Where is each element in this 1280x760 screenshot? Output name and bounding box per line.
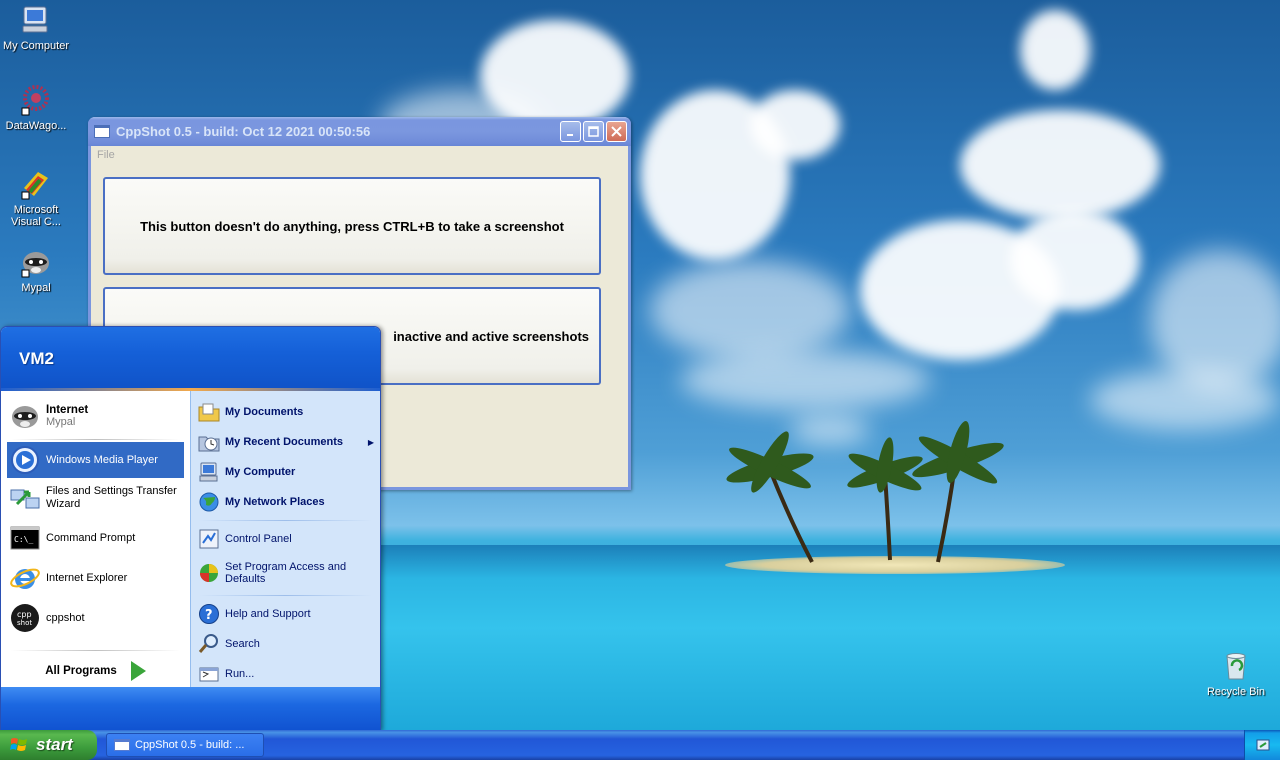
minimize-icon xyxy=(566,133,573,136)
start-item-search[interactable]: Search xyxy=(191,629,380,659)
submenu-arrow-icon: ▶ xyxy=(367,437,374,447)
taskbar-button-cppshot[interactable]: CppShot 0.5 - build: ... xyxy=(106,733,264,757)
search-icon xyxy=(198,634,218,653)
help-icon: ? xyxy=(199,604,219,624)
start-item-network-places[interactable]: My Network Places xyxy=(191,487,380,517)
control-panel-icon xyxy=(199,529,219,549)
svg-text:cpp: cpp xyxy=(17,610,32,619)
all-programs-button[interactable]: All Programs xyxy=(1,661,190,681)
svg-text:?: ? xyxy=(205,608,213,623)
start-menu: VM2 Internet Mypal Windows Media Player … xyxy=(0,326,381,731)
start-item-program-access[interactable]: Set Program Access and Defaults xyxy=(191,554,380,592)
datawagon-icon xyxy=(21,85,49,116)
start-item-command-prompt[interactable]: C:\_ Command Prompt xyxy=(1,518,190,558)
recycle-bin-icon xyxy=(1226,653,1246,680)
desktop-icon-mypal[interactable]: Mypal xyxy=(0,246,72,294)
safely-remove-hardware-icon[interactable] xyxy=(1255,737,1271,753)
window-app-icon xyxy=(94,125,110,138)
start-item-help-support[interactable]: ? Help and Support xyxy=(191,599,380,629)
screenshot-info-button[interactable]: This button doesn't do anything, press C… xyxy=(103,177,601,275)
desktop-icon-label: Recycle Bin xyxy=(1206,686,1266,698)
start-item-windows-media-player[interactable]: Windows Media Player xyxy=(7,442,184,478)
start-item-cppshot[interactable]: cpp shot cppshot xyxy=(1,598,190,638)
recent-label: Windows Media Player xyxy=(46,454,158,466)
transfer-wizard-icon xyxy=(10,489,40,509)
window-menu-bar: File xyxy=(91,146,628,165)
window-title-bar[interactable]: CppShot 0.5 - build: Oct 12 2021 00:50:5… xyxy=(88,117,631,146)
start-item-internet-explorer[interactable]: Internet Explorer xyxy=(1,558,190,598)
user-name: VM2 xyxy=(19,349,54,368)
visual-c-icon xyxy=(21,172,48,200)
green-arrow-icon xyxy=(130,661,146,681)
desktop-icon-label: Mypal xyxy=(21,282,51,294)
start-menu-places: My Documents My Recent Documents ▶ My Co… xyxy=(190,391,380,689)
desktop-icon-label: My Computer xyxy=(2,40,70,52)
places-label: My Computer xyxy=(225,466,296,478)
cppshot-icon: cpp shot xyxy=(11,604,39,632)
recent-label: cppshot xyxy=(46,612,85,624)
recent-label: Files and Settings Transfer Wizard xyxy=(46,485,177,510)
maximize-icon xyxy=(588,126,599,137)
desktop-icon-label: Microsoft Visual C... xyxy=(11,204,61,228)
close-icon xyxy=(611,126,622,137)
system-label: Set Program Access and Defaults xyxy=(225,561,347,585)
internet-explorer-icon xyxy=(10,568,40,589)
system-tray xyxy=(1244,730,1280,760)
my-documents-icon xyxy=(198,403,220,422)
window-title: CppShot 0.5 - build: Oct 12 2021 00:50:5… xyxy=(116,124,371,139)
start-item-my-computer[interactable]: My Computer xyxy=(191,457,380,487)
places-label: My Documents xyxy=(225,406,304,418)
start-item-my-documents[interactable]: My Documents xyxy=(191,397,380,427)
pinned-label: Internet xyxy=(46,404,89,416)
start-menu-footer xyxy=(1,687,380,730)
help-label: Search xyxy=(225,638,260,650)
pinned-sublabel: Mypal xyxy=(46,416,76,428)
run-icon xyxy=(199,667,219,682)
svg-text:shot: shot xyxy=(17,619,32,627)
window-app-icon xyxy=(114,739,130,751)
all-programs-label: All Programs xyxy=(45,665,117,677)
media-player-icon xyxy=(11,446,39,474)
places-label: My Recent Documents xyxy=(225,436,343,448)
start-button[interactable]: start xyxy=(0,730,97,760)
network-places-icon xyxy=(199,492,219,512)
recent-label: Command Prompt xyxy=(46,532,136,544)
start-label: start xyxy=(36,735,73,754)
close-button[interactable] xyxy=(606,121,627,142)
program-access-icon xyxy=(200,564,218,582)
taskbar: start CppShot 0.5 - build: ... xyxy=(0,730,1280,760)
my-computer-icon xyxy=(22,6,48,33)
start-item-transfer-wizard[interactable]: Files and Settings Transfer Wizard xyxy=(1,478,190,518)
windows-logo-icon xyxy=(10,738,27,751)
start-item-recent-documents[interactable]: My Recent Documents ▶ xyxy=(191,427,380,457)
desktop-icon-my-computer[interactable]: My Computer xyxy=(0,4,72,52)
recent-label: Internet Explorer xyxy=(46,572,128,584)
palm-trees xyxy=(726,421,1004,563)
desktop-icon-visual-c[interactable]: Microsoft Visual C... xyxy=(0,168,72,228)
help-label: Help and Support xyxy=(225,608,311,620)
start-menu-header: VM2 xyxy=(1,327,380,391)
my-computer-icon xyxy=(199,462,218,482)
mypal-icon xyxy=(12,406,38,428)
recent-documents-icon xyxy=(198,436,220,452)
maximize-button[interactable] xyxy=(583,121,604,142)
menu-file[interactable]: File xyxy=(97,149,115,161)
taskbar-button-label: CppShot 0.5 - build: ... xyxy=(135,739,245,751)
desktop-icon-datawagon[interactable]: DataWago... xyxy=(0,84,72,132)
system-label: Control Panel xyxy=(225,533,292,545)
start-menu-programs: Internet Mypal Windows Media Player File… xyxy=(1,391,190,689)
start-item-run[interactable]: Run... xyxy=(191,659,380,689)
places-label: My Network Places xyxy=(225,496,325,508)
desktop-icon-label: DataWago... xyxy=(5,120,67,132)
start-item-internet[interactable]: Internet Mypal xyxy=(1,395,190,437)
desktop-icon-recycle-bin[interactable]: Recycle Bin xyxy=(1200,650,1272,698)
svg-text:C:\_: C:\_ xyxy=(14,535,33,544)
start-item-control-panel[interactable]: Control Panel xyxy=(191,524,380,554)
minimize-button[interactable] xyxy=(560,121,581,142)
command-prompt-icon: C:\_ xyxy=(10,526,40,550)
mypal-icon xyxy=(21,252,49,278)
help-label: Run... xyxy=(225,668,255,680)
